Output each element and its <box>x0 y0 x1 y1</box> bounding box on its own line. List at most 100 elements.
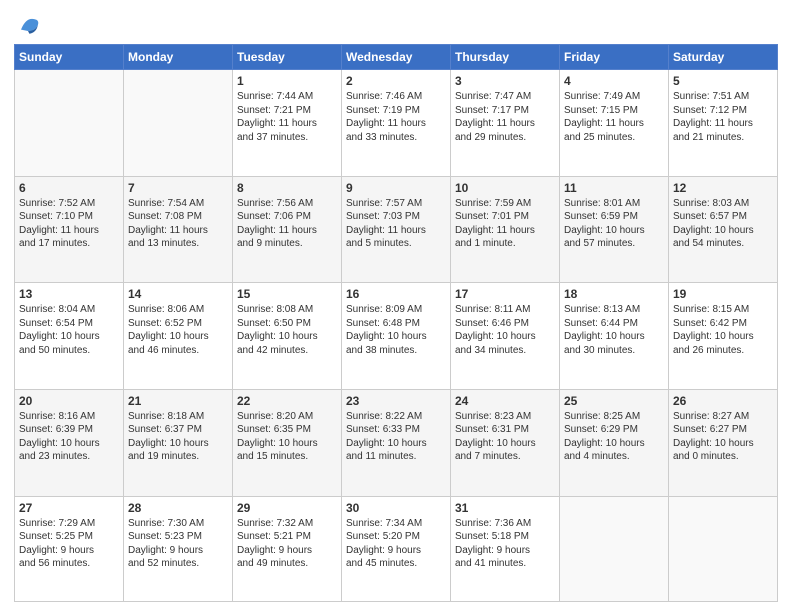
day-number: 13 <box>19 287 119 301</box>
day-info: Sunrise: 8:11 AM Sunset: 6:46 PM Dayligh… <box>455 303 555 357</box>
calendar-cell: 2 Sunrise: 7:46 AM Sunset: 7:19 PM Daylig… <box>342 70 451 177</box>
day-info: Sunrise: 7:30 AM Sunset: 5:23 PM Dayligh… <box>128 517 228 571</box>
day-number: 6 <box>19 181 119 195</box>
calendar-cell: 6 Sunrise: 7:52 AM Sunset: 7:10 PM Daylig… <box>15 176 124 283</box>
day-number: 26 <box>673 394 773 408</box>
weekday-header-row: SundayMondayTuesdayWednesdayThursdayFrid… <box>15 45 778 70</box>
day-number: 7 <box>128 181 228 195</box>
week-row-2: 13Sunrise: 8:04 AM Sunset: 6:54 PM Dayli… <box>15 283 778 390</box>
day-info: Sunrise: 8:08 AM Sunset: 6:50 PM Dayligh… <box>237 303 337 357</box>
calendar-cell: 19 Sunrise: 8:15 AM Sunset: 6:42 PM Dayli… <box>669 283 778 390</box>
day-info: Sunrise: 7:56 AM Sunset: 7:06 PM Dayligh… <box>237 197 337 251</box>
calendar-cell <box>560 496 669 601</box>
day-number: 5 <box>673 74 773 88</box>
calendar-cell: 17Sunrise: 8:11 AM Sunset: 6:46 PM Dayli… <box>451 283 560 390</box>
day-info: Sunrise: 7:32 AM Sunset: 5:21 PM Dayligh… <box>237 517 337 571</box>
week-row-4: 27 Sunrise: 7:29 AM Sunset: 5:25 PM Dayli… <box>15 496 778 601</box>
day-number: 28 <box>128 501 228 515</box>
week-row-3: 20 Sunrise: 8:16 AM Sunset: 6:39 PM Dayli… <box>15 389 778 496</box>
calendar-cell: 31 Sunrise: 7:36 AM Sunset: 5:18 PM Dayli… <box>451 496 560 601</box>
calendar-cell: 3Sunrise: 7:47 AM Sunset: 7:17 PM Daylig… <box>451 70 560 177</box>
day-info: Sunrise: 8:15 AM Sunset: 6:42 PM Dayligh… <box>673 303 773 357</box>
calendar-cell: 20 Sunrise: 8:16 AM Sunset: 6:39 PM Dayli… <box>15 389 124 496</box>
day-number: 4 <box>564 74 664 88</box>
calendar-cell <box>669 496 778 601</box>
day-number: 18 <box>564 287 664 301</box>
calendar-cell: 10 Sunrise: 7:59 AM Sunset: 7:01 PM Dayli… <box>451 176 560 283</box>
calendar-table: SundayMondayTuesdayWednesdayThursdayFrid… <box>14 44 778 602</box>
weekday-monday: Monday <box>124 45 233 70</box>
day-number: 8 <box>237 181 337 195</box>
calendar-cell: 8 Sunrise: 7:56 AM Sunset: 7:06 PM Daylig… <box>233 176 342 283</box>
day-number: 24 <box>455 394 555 408</box>
day-info: Sunrise: 8:13 AM Sunset: 6:44 PM Dayligh… <box>564 303 664 357</box>
day-info: Sunrise: 7:36 AM Sunset: 5:18 PM Dayligh… <box>455 517 555 571</box>
day-number: 3 <box>455 74 555 88</box>
day-number: 19 <box>673 287 773 301</box>
calendar-cell: 11Sunrise: 8:01 AM Sunset: 6:59 PM Dayli… <box>560 176 669 283</box>
day-info: Sunrise: 8:16 AM Sunset: 6:39 PM Dayligh… <box>19 410 119 464</box>
calendar-cell: 27 Sunrise: 7:29 AM Sunset: 5:25 PM Dayli… <box>15 496 124 601</box>
day-info: Sunrise: 8:27 AM Sunset: 6:27 PM Dayligh… <box>673 410 773 464</box>
calendar-cell: 12 Sunrise: 8:03 AM Sunset: 6:57 PM Dayli… <box>669 176 778 283</box>
day-number: 20 <box>19 394 119 408</box>
calendar-cell: 25Sunrise: 8:25 AM Sunset: 6:29 PM Dayli… <box>560 389 669 496</box>
day-number: 16 <box>346 287 446 301</box>
calendar-cell: 18 Sunrise: 8:13 AM Sunset: 6:44 PM Dayli… <box>560 283 669 390</box>
day-info: Sunrise: 7:54 AM Sunset: 7:08 PM Dayligh… <box>128 197 228 251</box>
week-row-1: 6 Sunrise: 7:52 AM Sunset: 7:10 PM Daylig… <box>15 176 778 283</box>
day-info: Sunrise: 8:23 AM Sunset: 6:31 PM Dayligh… <box>455 410 555 464</box>
calendar-cell: 9Sunrise: 7:57 AM Sunset: 7:03 PM Daylig… <box>342 176 451 283</box>
day-number: 21 <box>128 394 228 408</box>
day-info: Sunrise: 8:06 AM Sunset: 6:52 PM Dayligh… <box>128 303 228 357</box>
calendar-cell: 24 Sunrise: 8:23 AM Sunset: 6:31 PM Dayli… <box>451 389 560 496</box>
calendar-cell: 21 Sunrise: 8:18 AM Sunset: 6:37 PM Dayli… <box>124 389 233 496</box>
page: SundayMondayTuesdayWednesdayThursdayFrid… <box>0 0 792 612</box>
week-row-0: 1 Sunrise: 7:44 AM Sunset: 7:21 PM Daylig… <box>15 70 778 177</box>
day-info: Sunrise: 7:59 AM Sunset: 7:01 PM Dayligh… <box>455 197 555 251</box>
day-info: Sunrise: 7:52 AM Sunset: 7:10 PM Dayligh… <box>19 197 119 251</box>
weekday-tuesday: Tuesday <box>233 45 342 70</box>
calendar-cell: 28 Sunrise: 7:30 AM Sunset: 5:23 PM Dayli… <box>124 496 233 601</box>
calendar-cell: 1 Sunrise: 7:44 AM Sunset: 7:21 PM Daylig… <box>233 70 342 177</box>
calendar-cell: 22 Sunrise: 8:20 AM Sunset: 6:35 PM Dayli… <box>233 389 342 496</box>
day-number: 1 <box>237 74 337 88</box>
day-number: 29 <box>237 501 337 515</box>
day-number: 30 <box>346 501 446 515</box>
calendar-cell: 15 Sunrise: 8:08 AM Sunset: 6:50 PM Dayli… <box>233 283 342 390</box>
day-number: 23 <box>346 394 446 408</box>
day-number: 12 <box>673 181 773 195</box>
calendar-cell <box>15 70 124 177</box>
day-info: Sunrise: 7:49 AM Sunset: 7:15 PM Dayligh… <box>564 90 664 144</box>
calendar-cell: 16 Sunrise: 8:09 AM Sunset: 6:48 PM Dayli… <box>342 283 451 390</box>
header <box>14 10 778 38</box>
calendar-cell <box>124 70 233 177</box>
day-info: Sunrise: 7:46 AM Sunset: 7:19 PM Dayligh… <box>346 90 446 144</box>
weekday-thursday: Thursday <box>451 45 560 70</box>
day-info: Sunrise: 8:20 AM Sunset: 6:35 PM Dayligh… <box>237 410 337 464</box>
calendar-cell: 23 Sunrise: 8:22 AM Sunset: 6:33 PM Dayli… <box>342 389 451 496</box>
day-info: Sunrise: 7:29 AM Sunset: 5:25 PM Dayligh… <box>19 517 119 571</box>
logo-icon <box>14 10 42 38</box>
weekday-wednesday: Wednesday <box>342 45 451 70</box>
day-info: Sunrise: 7:34 AM Sunset: 5:20 PM Dayligh… <box>346 517 446 571</box>
day-info: Sunrise: 8:09 AM Sunset: 6:48 PM Dayligh… <box>346 303 446 357</box>
day-number: 10 <box>455 181 555 195</box>
calendar-cell: 13Sunrise: 8:04 AM Sunset: 6:54 PM Dayli… <box>15 283 124 390</box>
day-number: 22 <box>237 394 337 408</box>
day-info: Sunrise: 8:22 AM Sunset: 6:33 PM Dayligh… <box>346 410 446 464</box>
day-number: 2 <box>346 74 446 88</box>
day-info: Sunrise: 8:18 AM Sunset: 6:37 PM Dayligh… <box>128 410 228 464</box>
day-info: Sunrise: 8:25 AM Sunset: 6:29 PM Dayligh… <box>564 410 664 464</box>
day-info: Sunrise: 7:57 AM Sunset: 7:03 PM Dayligh… <box>346 197 446 251</box>
day-info: Sunrise: 7:44 AM Sunset: 7:21 PM Dayligh… <box>237 90 337 144</box>
logo <box>14 10 44 38</box>
day-info: Sunrise: 7:51 AM Sunset: 7:12 PM Dayligh… <box>673 90 773 144</box>
day-number: 31 <box>455 501 555 515</box>
calendar-cell: 7 Sunrise: 7:54 AM Sunset: 7:08 PM Daylig… <box>124 176 233 283</box>
calendar-cell: 5 Sunrise: 7:51 AM Sunset: 7:12 PM Daylig… <box>669 70 778 177</box>
day-number: 15 <box>237 287 337 301</box>
day-number: 11 <box>564 181 664 195</box>
day-number: 27 <box>19 501 119 515</box>
day-info: Sunrise: 8:03 AM Sunset: 6:57 PM Dayligh… <box>673 197 773 251</box>
